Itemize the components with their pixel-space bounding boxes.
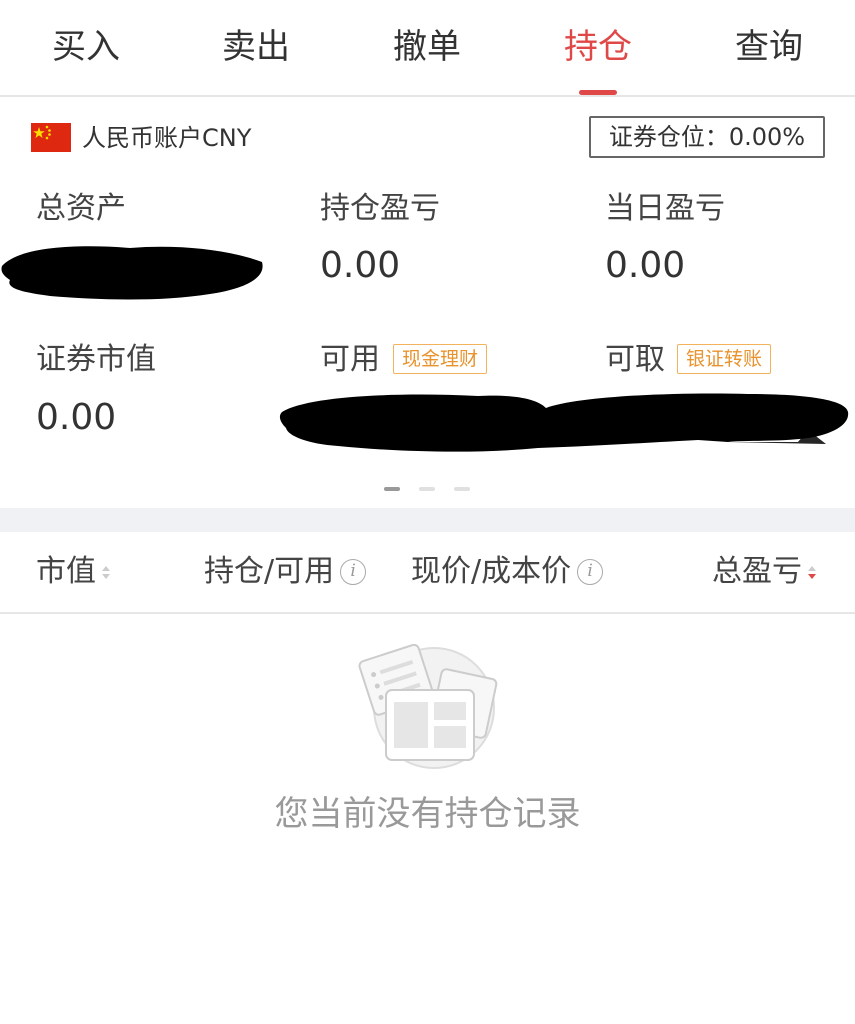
market-value-value: 0.00 — [36, 397, 117, 438]
column-market-value-label: 市值 — [36, 554, 96, 589]
cash-management-tag[interactable]: 现金理财 — [393, 344, 488, 374]
column-holding-available-label: 持仓/可用 — [204, 554, 335, 589]
position-pnl-value: 0.00 — [320, 245, 401, 286]
position-pnl-label: 持仓盈亏 — [320, 191, 440, 226]
daily-pnl-value: 0.00 — [605, 245, 686, 286]
tab-positions[interactable]: 持仓 — [538, 22, 658, 72]
section-divider — [0, 508, 855, 532]
info-icon[interactable]: i — [577, 559, 604, 585]
position-ratio-badge: 证券仓位：0.00% — [589, 116, 825, 158]
china-flag-icon — [31, 123, 71, 152]
info-icon[interactable]: i — [340, 559, 367, 585]
total-assets-value-redacted — [1, 246, 263, 300]
pager-dot — [419, 487, 435, 491]
column-price-cost: 现价/成本价 i — [411, 552, 604, 592]
positions-table-header: 市值 持仓/可用 i 现价/成本价 i 总盈亏 — [0, 532, 855, 614]
market-value-label: 证券市值 — [36, 342, 156, 377]
empty-list-icon — [358, 643, 498, 769]
available-label: 可用 — [320, 342, 380, 377]
active-tab-indicator — [579, 90, 617, 95]
withdrawable-label: 可取 — [605, 342, 665, 377]
column-market-value[interactable]: 市值 — [36, 552, 110, 592]
column-price-cost-label: 现价/成本价 — [411, 554, 572, 589]
column-holding-available: 持仓/可用 i — [204, 552, 367, 592]
tab-buy[interactable]: 买入 — [26, 22, 146, 72]
empty-state-message: 您当前没有持仓记录 — [274, 794, 581, 834]
sort-icon — [102, 565, 110, 579]
tab-sell[interactable]: 卖出 — [196, 22, 316, 72]
sort-descending-icon — [808, 565, 816, 579]
account-currency-label: 人民币账户CNY — [82, 124, 252, 152]
total-assets-label: 总资产 — [36, 191, 126, 226]
tab-query[interactable]: 查询 — [709, 22, 829, 72]
bank-transfer-tag[interactable]: 银证转账 — [677, 344, 772, 374]
pager-dot-active — [384, 487, 400, 491]
tab-cancel-order[interactable]: 撤单 — [367, 22, 487, 72]
daily-pnl-label: 当日盈亏 — [605, 191, 725, 226]
column-total-pnl-label: 总盈亏 — [712, 554, 802, 589]
pager-dot — [454, 487, 470, 491]
available-withdrawable-values-redacted — [279, 393, 849, 452]
column-total-pnl[interactable]: 总盈亏 — [712, 552, 816, 592]
trade-tab-bar: 买入 卖出 撤单 持仓 查询 — [0, 0, 855, 97]
